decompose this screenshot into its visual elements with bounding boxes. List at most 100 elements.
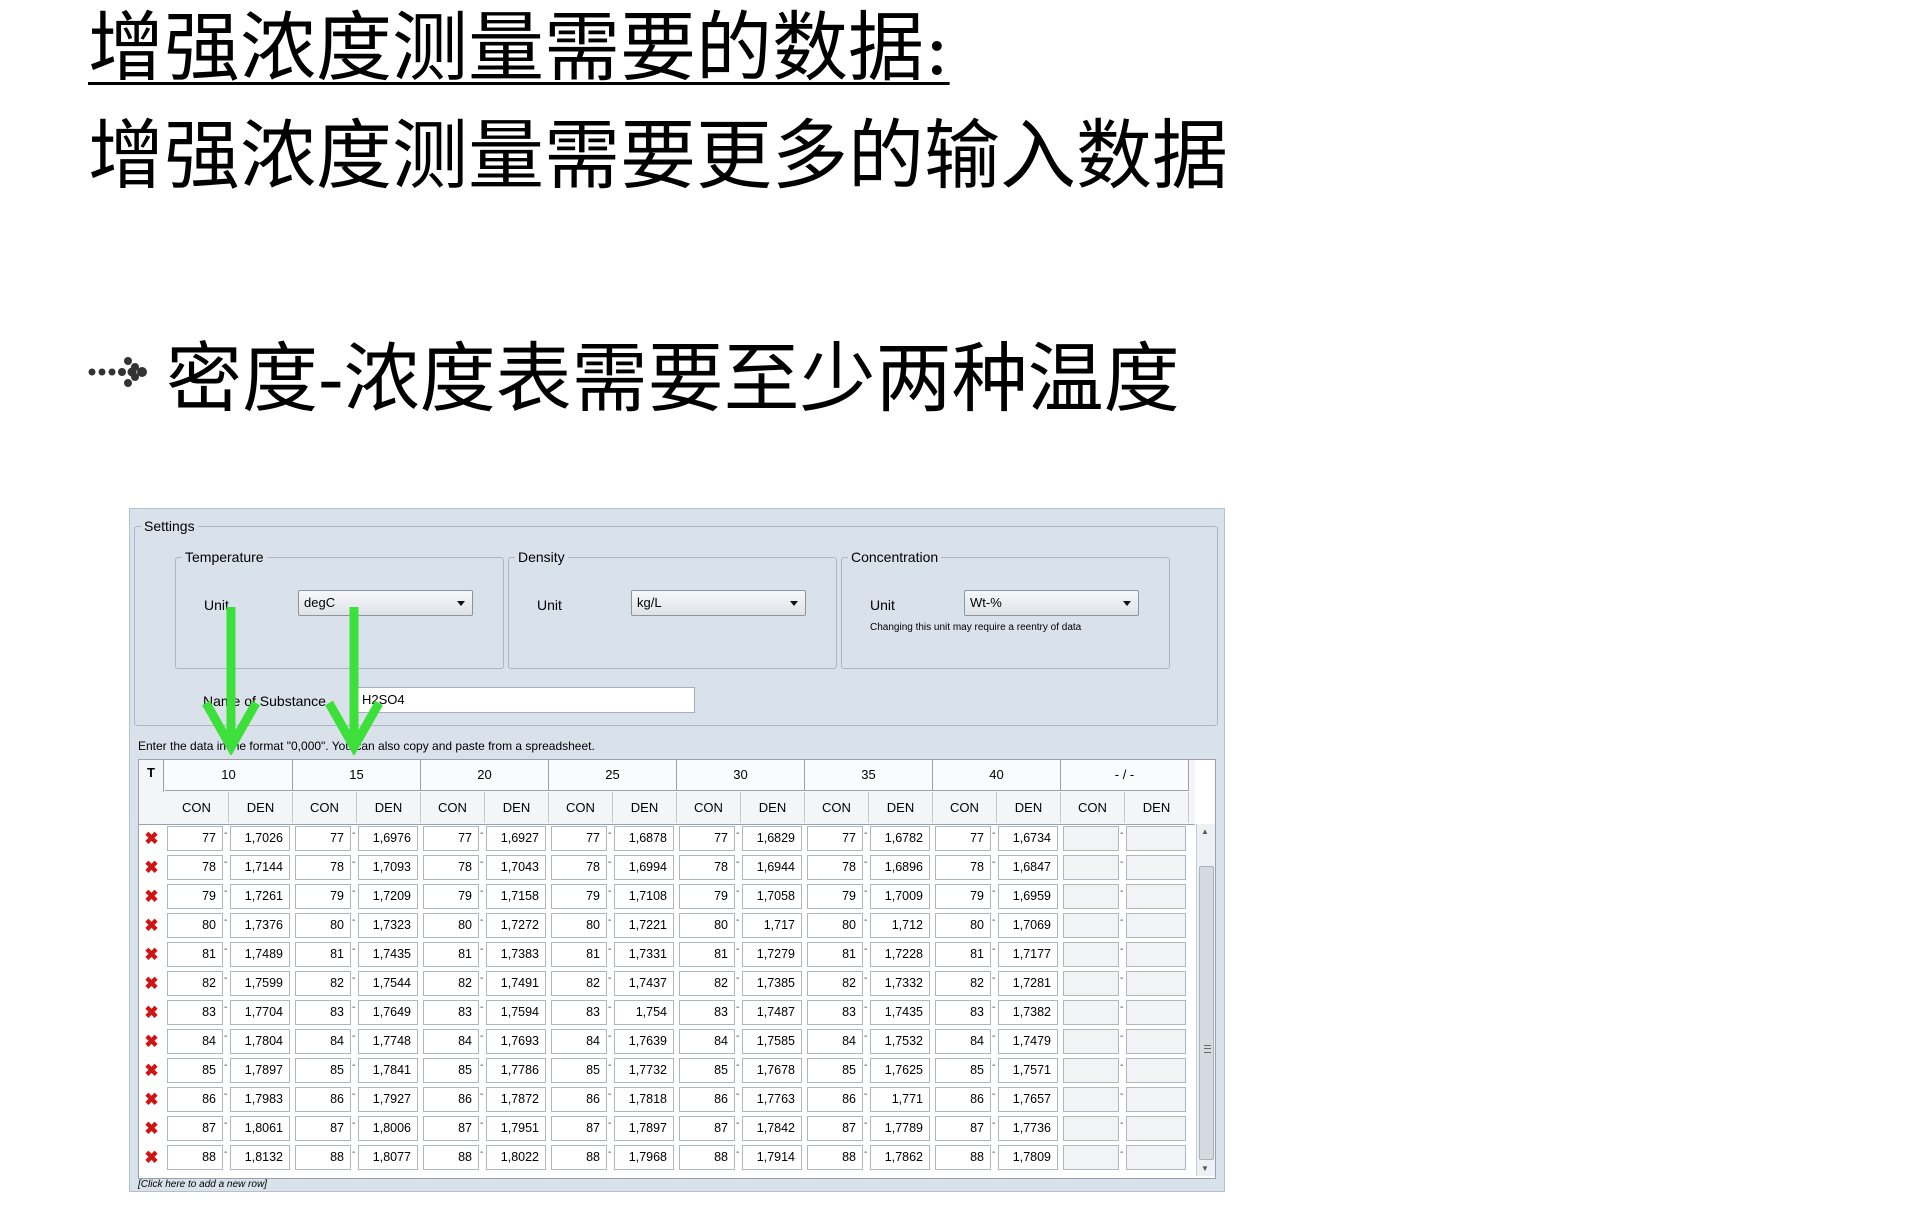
den-cell[interactable]: 1,8077 <box>358 1145 418 1170</box>
con-cell[interactable]: 82 <box>167 971 223 996</box>
den-cell[interactable]: 1,7983 <box>230 1087 290 1112</box>
con-cell[interactable]: 85 <box>295 1058 351 1083</box>
con-cell[interactable]: 86 <box>551 1087 607 1112</box>
delete-row-icon[interactable]: ✖ <box>143 1091 160 1108</box>
den-cell[interactable]: 1,7385 <box>742 971 802 996</box>
con-cell[interactable]: 78 <box>679 855 735 880</box>
con-cell[interactable]: 81 <box>551 942 607 967</box>
delete-row-icon[interactable]: ✖ <box>143 1149 160 1166</box>
den-cell[interactable]: 1,7009 <box>870 884 930 909</box>
den-cell[interactable] <box>1126 1116 1186 1141</box>
den-cell[interactable]: 1,7272 <box>486 913 546 938</box>
den-cell[interactable] <box>1126 826 1186 851</box>
con-cell[interactable]: 86 <box>679 1087 735 1112</box>
con-cell[interactable] <box>1063 1029 1119 1054</box>
con-cell[interactable]: 82 <box>295 971 351 996</box>
delete-row-icon[interactable]: ✖ <box>143 975 160 992</box>
con-cell[interactable]: 84 <box>167 1029 223 1054</box>
temperature-column-header[interactable]: 10 <box>165 760 293 791</box>
con-cell[interactable]: 86 <box>295 1087 351 1112</box>
delete-row-icon[interactable]: ✖ <box>143 859 160 876</box>
den-cell[interactable]: 1,7736 <box>998 1116 1058 1141</box>
delete-row-icon[interactable]: ✖ <box>143 1004 160 1021</box>
con-cell[interactable] <box>1063 971 1119 996</box>
con-cell[interactable]: 78 <box>551 855 607 880</box>
den-cell[interactable]: 1,7261 <box>230 884 290 909</box>
con-cell[interactable] <box>1063 855 1119 880</box>
con-cell[interactable]: 85 <box>807 1058 863 1083</box>
add-row-link[interactable]: [Click here to add a new row] <box>138 1179 267 1190</box>
con-cell[interactable]: 81 <box>679 942 735 967</box>
den-cell[interactable]: 1,6734 <box>998 826 1058 851</box>
den-cell[interactable]: 1,7279 <box>742 942 802 967</box>
con-cell[interactable] <box>1063 1058 1119 1083</box>
den-cell[interactable]: 1,7479 <box>998 1029 1058 1054</box>
con-cell[interactable]: 83 <box>167 1000 223 1025</box>
con-cell[interactable]: 78 <box>423 855 479 880</box>
con-cell[interactable]: 79 <box>167 884 223 909</box>
con-cell[interactable]: 83 <box>679 1000 735 1025</box>
temperature-column-header[interactable]: 20 <box>421 760 549 791</box>
con-cell[interactable]: 82 <box>551 971 607 996</box>
den-cell[interactable] <box>1126 1058 1186 1083</box>
den-cell[interactable]: 1,7435 <box>870 1000 930 1025</box>
con-cell[interactable]: 85 <box>935 1058 991 1083</box>
concentration-unit-dropdown[interactable]: Wt-% <box>964 590 1139 616</box>
den-cell[interactable] <box>1126 855 1186 880</box>
con-cell[interactable]: 82 <box>679 971 735 996</box>
den-cell[interactable]: 1,7862 <box>870 1145 930 1170</box>
con-cell[interactable]: 87 <box>167 1116 223 1141</box>
den-cell[interactable] <box>1126 971 1186 996</box>
temperature-column-header[interactable]: 40 <box>933 760 1061 791</box>
den-cell[interactable]: 1,8006 <box>358 1116 418 1141</box>
con-cell[interactable]: 77 <box>807 826 863 851</box>
delete-row-icon[interactable]: ✖ <box>143 1062 160 1079</box>
den-cell[interactable]: 1,7897 <box>614 1116 674 1141</box>
delete-row-icon[interactable]: ✖ <box>143 888 160 905</box>
con-cell[interactable]: 84 <box>679 1029 735 1054</box>
temperature-column-header[interactable]: - / - <box>1061 760 1189 791</box>
con-cell[interactable]: 77 <box>551 826 607 851</box>
den-cell[interactable]: 1,8022 <box>486 1145 546 1170</box>
den-cell[interactable] <box>1126 1145 1186 1170</box>
den-cell[interactable]: 1,7383 <box>486 942 546 967</box>
den-cell[interactable]: 1,7704 <box>230 1000 290 1025</box>
con-cell[interactable]: 88 <box>679 1145 735 1170</box>
den-cell[interactable] <box>1126 1087 1186 1112</box>
con-cell[interactable]: 81 <box>935 942 991 967</box>
den-cell[interactable]: 1,7435 <box>358 942 418 967</box>
den-cell[interactable]: 1,7221 <box>614 913 674 938</box>
con-cell[interactable]: 83 <box>423 1000 479 1025</box>
density-unit-dropdown[interactable]: kg/L <box>631 590 806 616</box>
con-cell[interactable]: 86 <box>167 1087 223 1112</box>
den-cell[interactable]: 1,7951 <box>486 1116 546 1141</box>
con-cell[interactable]: 84 <box>551 1029 607 1054</box>
con-cell[interactable]: 87 <box>551 1116 607 1141</box>
den-cell[interactable]: 1,7639 <box>614 1029 674 1054</box>
con-cell[interactable]: 82 <box>807 971 863 996</box>
den-cell[interactable]: 1,8132 <box>230 1145 290 1170</box>
con-cell[interactable]: 82 <box>935 971 991 996</box>
con-cell[interactable]: 88 <box>423 1145 479 1170</box>
con-cell[interactable]: 81 <box>423 942 479 967</box>
den-cell[interactable]: 1,7914 <box>742 1145 802 1170</box>
con-cell[interactable]: 79 <box>807 884 863 909</box>
den-cell[interactable]: 1,7594 <box>486 1000 546 1025</box>
con-cell[interactable]: 80 <box>551 913 607 938</box>
den-cell[interactable]: 1,7897 <box>230 1058 290 1083</box>
den-cell[interactable]: 1,7043 <box>486 855 546 880</box>
delete-row-icon[interactable]: ✖ <box>143 830 160 847</box>
den-cell[interactable]: 1,7376 <box>230 913 290 938</box>
den-cell[interactable]: 1,7842 <box>742 1116 802 1141</box>
con-cell[interactable] <box>1063 1116 1119 1141</box>
temperature-column-header[interactable]: 30 <box>677 760 805 791</box>
con-cell[interactable]: 79 <box>935 884 991 909</box>
con-cell[interactable]: 84 <box>935 1029 991 1054</box>
con-cell[interactable] <box>1063 1000 1119 1025</box>
scroll-up-icon[interactable]: ▲ <box>1201 827 1209 836</box>
con-cell[interactable]: 79 <box>295 884 351 909</box>
con-cell[interactable] <box>1063 1145 1119 1170</box>
den-cell[interactable] <box>1126 1000 1186 1025</box>
den-cell[interactable]: 1,6944 <box>742 855 802 880</box>
den-cell[interactable]: 1,6927 <box>486 826 546 851</box>
